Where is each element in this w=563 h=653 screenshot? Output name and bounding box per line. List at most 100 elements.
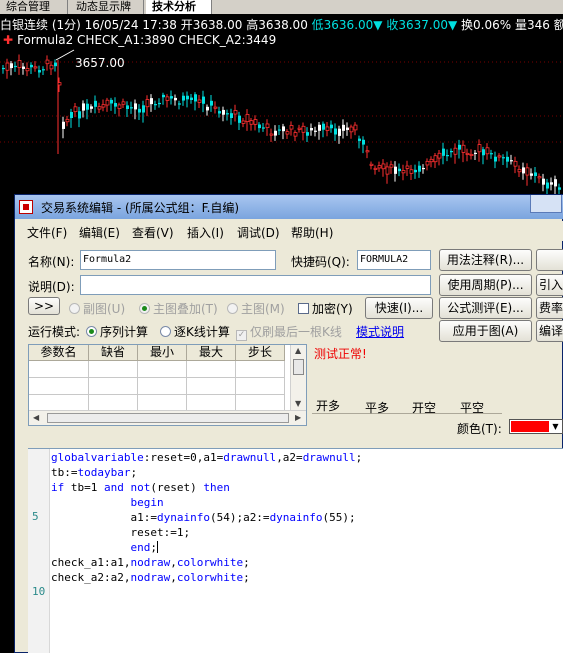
radio-mainchart[interactable]: 主图(M)	[227, 300, 285, 317]
candle-body	[158, 102, 161, 105]
code-line[interactable]: check_a2:a2,nodraw,colorwhite;	[51, 570, 250, 585]
param-cell[interactable]	[29, 378, 89, 395]
subtab-close-long[interactable]: 平多	[365, 399, 389, 416]
hscroll-thumb[interactable]	[47, 413, 289, 423]
radio-subchart[interactable]: 副图(U)	[69, 300, 125, 317]
dialog-titlebar[interactable]: 交易系统编辑 - (所属公式组：F.自编)	[15, 195, 563, 219]
candle-body	[297, 127, 302, 130]
chevron-down-icon[interactable]: ▼	[549, 420, 562, 433]
code-line[interactable]: end;	[51, 540, 158, 555]
param-header-name[interactable]: 参数名	[29, 345, 89, 361]
encrypt-checkbox[interactable]: 加密(Y)	[298, 300, 353, 317]
apply-to-chart-button[interactable]: 应用于图(A)	[439, 320, 532, 342]
compile-button[interactable]: 编译	[536, 320, 563, 342]
window-control-button[interactable]	[530, 195, 562, 213]
param-horizontal-scrollbar[interactable]: ◀ ▶	[29, 410, 306, 425]
candle-body	[474, 152, 477, 155]
candle-body	[262, 127, 265, 129]
candle-body	[534, 172, 537, 177]
vscroll-thumb[interactable]	[293, 359, 304, 375]
candle-body	[33, 66, 38, 69]
param-cell[interactable]	[138, 378, 187, 395]
subtab-open-short[interactable]: 开空	[412, 399, 436, 416]
code-line[interactable]: tb:=todaybar;	[51, 465, 137, 480]
expand-button[interactable]: >>	[28, 297, 60, 315]
scroll-down-icon[interactable]: ▼	[295, 399, 301, 408]
color-picker[interactable]: ▼	[509, 419, 563, 434]
candle-body	[502, 157, 505, 159]
param-cell[interactable]	[187, 378, 236, 395]
radio-bybar[interactable]: 逐K线计算	[160, 323, 230, 340]
menu-edit[interactable]: 编辑(E)	[79, 224, 120, 241]
candle-body	[186, 95, 189, 100]
tab-technical-analysis[interactable]: 技术分析	[146, 0, 212, 14]
candle-body	[17, 60, 22, 69]
scroll-right-icon[interactable]: ▶	[295, 413, 301, 422]
code-line[interactable]: check_a1:a1,nodraw,colorwhite;	[51, 555, 250, 570]
menu-debug[interactable]: 调试(D)	[237, 224, 280, 241]
description-field[interactable]	[80, 275, 431, 295]
peak-pointer	[55, 49, 75, 61]
code-editor[interactable]: 5 10 globalvariable:reset=0,a1=drawnull,…	[28, 448, 563, 653]
description-label: 说明(D):	[28, 280, 75, 294]
param-header-default[interactable]: 缺省	[89, 345, 138, 361]
scroll-left-icon[interactable]: ◀	[33, 413, 39, 422]
param-cell[interactable]	[236, 378, 285, 395]
right-button-1[interactable]	[536, 249, 563, 271]
scroll-up-icon[interactable]: ▲	[295, 346, 301, 355]
candle-body	[546, 182, 549, 189]
radio-overlay[interactable]: 主图叠加(T)	[139, 300, 218, 317]
menu-help[interactable]: 帮助(H)	[291, 224, 333, 241]
fee-button[interactable]: 费率	[536, 297, 563, 319]
param-cell[interactable]	[29, 361, 89, 378]
candle-body	[338, 128, 341, 136]
candle-body	[249, 120, 254, 125]
mode-help-link[interactable]: 模式说明	[356, 323, 404, 340]
code-line[interactable]: globalvariable:reset=0,a1=drawnull,a2=dr…	[51, 450, 362, 465]
tab-overview[interactable]: 综合管理	[0, 0, 68, 14]
code-line[interactable]: reset:=1;	[51, 525, 190, 540]
param-vertical-scrollbar[interactable]: ▲ ▼	[290, 345, 306, 411]
menu-file[interactable]: 文件(F)	[27, 224, 67, 241]
candle-body	[45, 59, 50, 65]
candle-body	[121, 101, 126, 105]
tab-dynamic-board[interactable]: 动态显示牌	[70, 0, 144, 14]
candle-body	[165, 96, 170, 101]
import-button[interactable]: 引入	[536, 274, 563, 296]
candle-body	[446, 155, 449, 157]
param-header-min[interactable]: 最小	[138, 345, 187, 361]
usage-period-button[interactable]: 使用周期(P)...	[439, 274, 532, 296]
subtab-open-long[interactable]: 开多	[316, 397, 340, 414]
lastbar-checkbox[interactable]: ✓ 仅刷最后一根K线	[236, 323, 342, 341]
param-cell[interactable]	[187, 361, 236, 378]
quote-volume: 量346	[514, 18, 550, 32]
param-cell[interactable]	[89, 361, 138, 378]
formula-test-button[interactable]: 公式测评(E)...	[439, 297, 532, 319]
radio-sequential[interactable]: 序列计算	[86, 323, 148, 340]
code-line[interactable]: a1:=dynainfo(54);a2:=dynainfo(55);	[51, 510, 355, 525]
param-header-max[interactable]: 最大	[187, 345, 236, 361]
speed-button[interactable]: 快速(I)...	[365, 297, 433, 319]
usage-notes-button[interactable]: 用法注释(R)...	[439, 249, 532, 271]
param-cell[interactable]	[236, 361, 285, 378]
candle-body	[22, 66, 25, 69]
param-cell[interactable]	[138, 361, 187, 378]
subtab-close-short[interactable]: 平空	[460, 399, 484, 416]
parameter-table[interactable]: 参数名 缺省 最小 最大 步长 ▲ ▼ ◀ ▶	[28, 344, 307, 426]
menu-view[interactable]: 查看(V)	[132, 224, 174, 241]
candle-body	[542, 178, 545, 185]
param-header-step[interactable]: 步长	[236, 345, 285, 361]
code-line[interactable]: begin	[51, 495, 163, 510]
price-chart[interactable]: 白银连续 (1分) 16/05/24 17:38 开3638.00 高3638.…	[0, 14, 563, 194]
param-cell[interactable]	[89, 378, 138, 395]
menu-insert[interactable]: 插入(I)	[187, 224, 224, 241]
name-field[interactable]: Formula2	[80, 250, 276, 270]
formula-arrow-icon[interactable]: ✚	[3, 33, 13, 47]
candle-body	[10, 63, 13, 69]
candle-body	[461, 144, 466, 153]
color-label: 颜色(T):	[457, 422, 502, 436]
shortcut-field[interactable]: FORMULA2	[357, 250, 431, 270]
shortcut-label: 快捷码(Q):	[291, 255, 350, 269]
candle-body	[482, 149, 485, 156]
code-line[interactable]: if tb=1 and not(reset) then	[51, 480, 230, 495]
